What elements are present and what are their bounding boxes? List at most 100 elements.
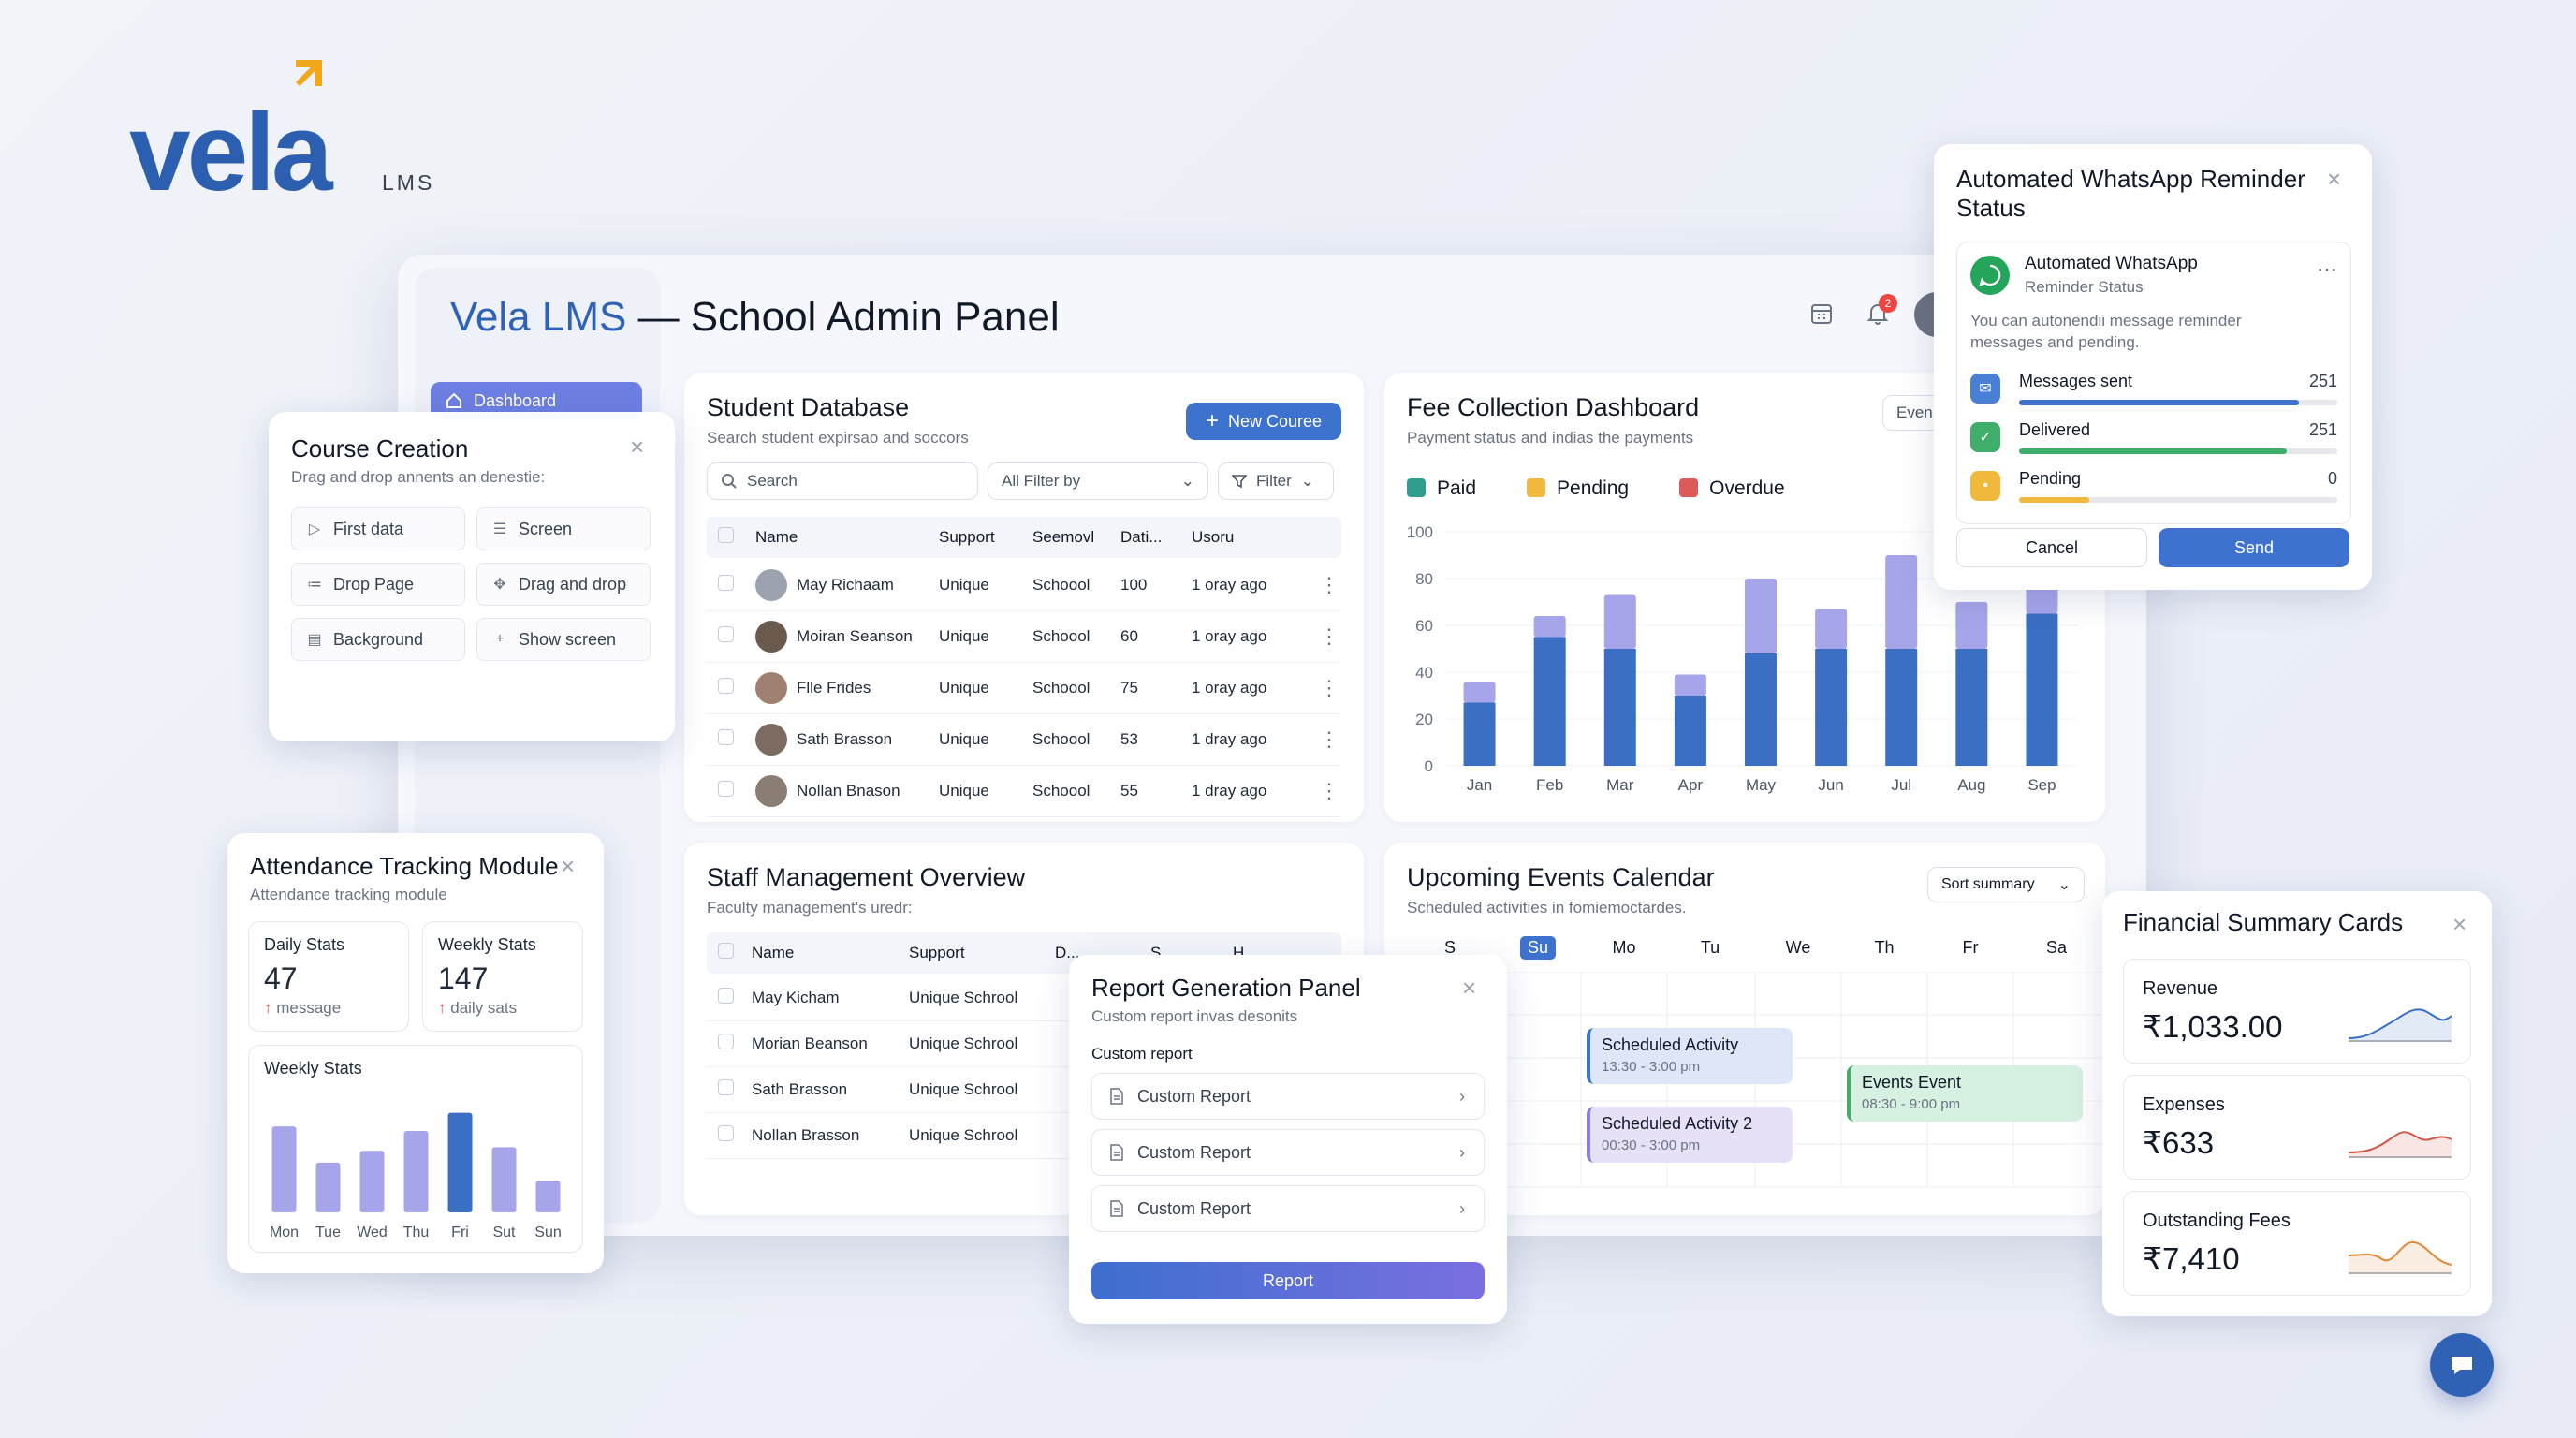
course-item[interactable]: ☰ Screen <box>476 507 651 550</box>
new-course-button[interactable]: + New Couree <box>1186 403 1341 440</box>
trend-up-icon: ↑ <box>438 999 451 1017</box>
column-header[interactable]: Support <box>909 944 965 962</box>
filter-button-label: Filter <box>1256 472 1292 490</box>
legend-label: Paid <box>1437 477 1477 499</box>
custom-report-item[interactable]: Custom Report › <box>1091 1073 1485 1120</box>
calendar-day[interactable]: Th <box>1874 938 1894 958</box>
staff-support: Unique Schrool <box>909 1080 1018 1098</box>
student-table-header: Name Support Seemovl Dati... Usoru <box>707 517 1341 558</box>
sort-summary-button[interactable]: Sort summary ⌄ <box>1927 867 2085 902</box>
y-tick-label: 20 <box>1415 711 1433 728</box>
custom-report-label: Custom Report <box>1137 1198 1251 1218</box>
status-value: 251 <box>2308 372 2337 390</box>
column-header[interactable]: Name <box>752 944 794 962</box>
table-row[interactable]: Sath Brasson Unique Schoool 53 1 dray ago ⋮ <box>707 714 1341 766</box>
legend-swatch <box>1679 478 1699 497</box>
row-checkbox[interactable] <box>718 781 734 801</box>
calendar-day[interactable]: We <box>1786 938 1811 958</box>
select-all-checkbox[interactable] <box>718 943 734 963</box>
filter-button[interactable]: Filter ⌄ <box>1218 462 1334 500</box>
bar-segment-top <box>1674 674 1706 696</box>
course-item[interactable]: + Show screen <box>476 618 651 661</box>
course-item[interactable]: ▤ Background <box>291 618 465 661</box>
row-checkbox[interactable] <box>718 1079 734 1100</box>
select-all-checkbox[interactable] <box>718 527 734 548</box>
calendar-day[interactable]: Fr <box>1963 938 1979 958</box>
table-row[interactable]: Moiran Seanson Unique Schoool 60 1 oray ago ⋮ <box>707 611 1341 663</box>
row-checkbox[interactable] <box>718 1034 734 1054</box>
course-item-icon: ✥ <box>493 577 506 593</box>
events-subtitle: Scheduled activities in fomiemoctardes. <box>1407 899 1687 917</box>
row-checkbox[interactable] <box>718 988 734 1008</box>
column-header[interactable]: Usoru <box>1192 528 1234 547</box>
event-scheduled-activity-2[interactable]: Scheduled Activity 2 00:30 - 3:00 pm <box>1587 1107 1793 1163</box>
cancel-button[interactable]: Cancel <box>1956 528 2147 567</box>
more-vertical-icon[interactable]: ⋮ <box>1319 779 1339 803</box>
student-name: Sath Brasson <box>797 730 893 748</box>
custom-report-item[interactable]: Custom Report › <box>1091 1129 1485 1176</box>
calendar-day[interactable]: Tu <box>1701 938 1720 958</box>
table-row[interactable]: May Richaam Unique Schoool 100 1 oray ago ⋮ <box>707 560 1341 611</box>
calendar-day[interactable]: Sa <box>2046 938 2067 958</box>
more-vertical-icon[interactable]: ⋮ <box>1319 573 1339 597</box>
staff-title: Staff Management Overview <box>707 863 1026 891</box>
event-events-event[interactable]: Events Event 08:30 - 9:00 pm <box>1847 1065 2083 1122</box>
student-school: Schoool <box>1032 782 1090 800</box>
course-item[interactable]: ✥ Drag and drop <box>476 563 651 606</box>
notification-badge: 2 <box>1879 294 1897 313</box>
row-checkbox[interactable] <box>718 678 734 698</box>
staff-name: Nollan Brasson <box>752 1126 860 1144</box>
weekly-stats-value: 147 <box>438 961 489 995</box>
status-value: 0 <box>2327 469 2337 488</box>
send-button[interactable]: Send <box>2159 528 2349 567</box>
more-vertical-icon[interactable]: ⋮ <box>1319 624 1339 649</box>
calendar-icon[interactable] <box>1809 301 1834 326</box>
search-input[interactable]: Search <box>707 462 978 500</box>
course-item[interactable]: ≔ Drop Page <box>291 563 465 606</box>
course-item-icon: ▷ <box>308 521 321 537</box>
course-item[interactable]: ▷ First data <box>291 507 465 550</box>
row-checkbox[interactable] <box>718 626 734 647</box>
report-button-label: Report <box>1262 1270 1314 1290</box>
staff-subtitle: Faculty management's uredr: <box>707 899 913 917</box>
document-icon <box>1109 1144 1124 1161</box>
financial-card[interactable]: Outstanding Fees ₹7,410 <box>2123 1191 2471 1296</box>
close-icon[interactable]: × <box>1462 976 1476 1000</box>
row-checkbox[interactable] <box>718 1125 734 1146</box>
x-tick-label: Jun <box>1818 776 1843 794</box>
row-checkbox[interactable] <box>718 575 734 595</box>
more-vertical-icon[interactable]: ⋮ <box>1319 727 1339 752</box>
table-row[interactable]: Flle Frides Unique Schoool 75 1 oray ago ⋮ <box>707 663 1341 714</box>
close-icon[interactable]: × <box>2327 167 2341 191</box>
staff-name: May Kicham <box>752 989 840 1006</box>
header-actions: 2 <box>1809 294 1897 326</box>
whatsapp-card-subtitle: Reminder Status <box>2025 278 2144 296</box>
legend-overdue: Overdue <box>1679 477 1785 500</box>
column-header[interactable]: Name <box>755 528 798 547</box>
more-options-icon[interactable]: ⋯ <box>2317 257 2337 282</box>
close-icon[interactable]: × <box>630 434 644 459</box>
column-header[interactable]: Support <box>939 528 995 547</box>
bar-segment-top <box>1463 682 1496 703</box>
day-label: Thu <box>403 1225 430 1240</box>
close-icon[interactable]: × <box>2452 912 2466 936</box>
column-header[interactable]: Dati... <box>1120 528 1162 547</box>
financial-card[interactable]: Expenses ₹633 <box>2123 1075 2471 1180</box>
brand-name: Vela LMS <box>450 294 627 340</box>
table-row[interactable]: Nollan Bnason Unique Schoool 55 1 dray ago ⋮ <box>707 766 1341 817</box>
notifications-button[interactable]: 2 <box>1866 294 1897 326</box>
close-icon[interactable]: × <box>561 854 575 878</box>
financial-card[interactable]: Revenue ₹1,033.00 <box>2123 959 2471 1064</box>
more-vertical-icon[interactable]: ⋮ <box>1319 676 1339 700</box>
chat-button[interactable] <box>2430 1333 2494 1397</box>
calendar-day[interactable]: Mo <box>1612 938 1635 958</box>
status-value: 251 <box>2308 420 2337 439</box>
custom-report-item[interactable]: Custom Report › <box>1091 1185 1485 1232</box>
filter-select[interactable]: All Filter by ⌄ <box>988 462 1208 500</box>
column-header[interactable]: Seemovl <box>1032 528 1094 547</box>
course-item-label: First data <box>333 519 404 538</box>
row-checkbox[interactable] <box>718 729 734 750</box>
report-button[interactable]: Report <box>1091 1262 1485 1299</box>
event-scheduled-activity[interactable]: Scheduled Activity 13:30 - 3:00 pm <box>1587 1028 1793 1084</box>
calendar-day[interactable]: Su <box>1519 936 1557 960</box>
